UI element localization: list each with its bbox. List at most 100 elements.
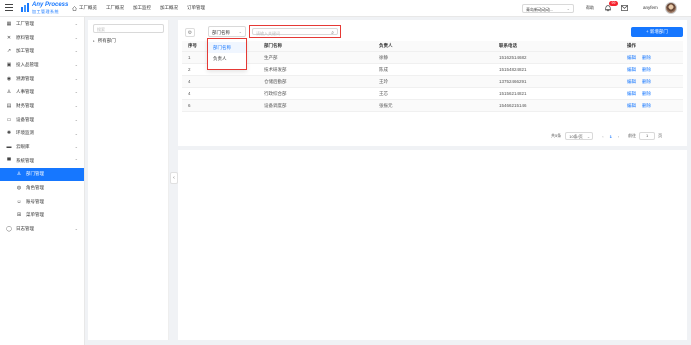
device-icon: ▭ [6,116,12,123]
table-row: 2 技术研发部 陈成 15154824821 编辑 删除 [182,64,683,76]
col-phone: 联系电话 [499,43,517,48]
hamburger-icon[interactable] [5,4,13,11]
account-icon: ☺ [16,198,22,205]
nav-factory-overview[interactable]: 工厂概览 [72,5,97,11]
search-input[interactable]: 请输入关键词 ⌕ [252,28,338,36]
log-icon: ◯ [6,226,12,233]
sidebar: ▦ 工厂管理 ⌄ ✕ 原料管理 ⌄ ↗ 加工管理 ⌄ ▣ 投入品管理 ⌄ ◉ 溯源管理 ⌄ ♙ 人事管… [0,17,85,345]
sidebar-item-log[interactable]: ◯ 日志管理 ⌄ [0,222,84,236]
tree-node-all-departments[interactable]: ▸ 所有部门 [93,38,116,44]
settings-gear-icon[interactable]: ⚙ [185,28,195,37]
grid-icon: ▦ [6,20,12,27]
help-link[interactable]: 帮助 [586,5,594,11]
dropdown-option-leader[interactable]: 负责人 [208,53,246,64]
chevron-down-icon: ⌄ [74,75,78,81]
logo-title: Any Process [32,2,69,8]
add-department-button[interactable]: + 新增部门 [631,27,683,37]
chevron-down-icon: ⌄ [238,29,242,34]
chevron-down-icon: ⌄ [74,103,78,109]
sidebar-item-account[interactable]: ☺ 账号管理 [0,195,84,209]
chevron-down-icon: ⌄ [566,6,570,11]
org-icon: ♙ [16,171,22,178]
table-row: 4 行政综合部 王芯 15156214821 编辑 删除 [182,88,683,100]
sidebar-item-cloud[interactable]: ▬ 云眼库 ⌄ [0,140,84,154]
sidebar-item-menu[interactable]: ⊞ 菜单管理 [0,209,84,223]
edit-link[interactable]: 编辑 [627,103,636,108]
chevron-down-icon: ⌄ [74,34,78,40]
page-suffix: 页 [658,133,663,138]
table-header: 序号 部门名称 负责人 联系电话 操作 [182,41,683,52]
total-count: 共5条 [551,133,562,138]
top-nav: 工厂概览 工厂概况 加工监控 加工概况 订单管理 [72,5,214,11]
department-table: 序号 部门名称 负责人 联系电话 操作 1 生产部 徐静 15162514682… [182,41,683,112]
table-row: 1 生产部 徐静 15162514682 编辑 删除 [182,52,683,64]
chevron-down-icon: ⌄ [74,144,78,150]
ledger-icon: ▤ [6,102,12,109]
dropdown-option-dept-name[interactable]: 部门名称 [208,42,246,53]
sidebar-item-process[interactable]: ↗ 加工管理 ⌄ [0,44,84,58]
avatar[interactable] [665,2,677,14]
delete-link[interactable]: 删除 [642,55,651,60]
next-page-icon[interactable]: › [618,134,619,139]
table-row: 4 仓储后勤部 王玲 13752466291 编辑 删除 [182,76,683,88]
nav-process-status[interactable]: 加工概况 [160,5,178,11]
nav-process-monitor[interactable]: 加工监控 [133,5,151,11]
home-icon [72,5,77,11]
edit-link[interactable]: 编辑 [627,91,636,96]
sidebar-item-dept[interactable]: ♙ 部门管理 [0,167,84,182]
sidebar-item-inputs[interactable]: ▣ 投入品管理 ⌄ [0,58,84,72]
nav-factory-status[interactable]: 工厂概况 [106,5,124,11]
search-highlight: 请输入关键词 ⌕ [249,25,341,38]
nav-order-management[interactable]: 订单管理 [187,5,205,11]
search-field-select[interactable]: 部门名称 ⌄ [208,26,246,37]
delete-link[interactable]: 删除 [642,67,651,72]
notification-badge: 99 [609,1,618,6]
chevron-down-icon: ⌄ [74,62,78,68]
content-empty-area [178,150,687,340]
edit-link[interactable]: 编辑 [627,55,636,60]
chevron-down-icon: ⌄ [74,89,78,95]
search-icon[interactable]: ⌕ [331,30,334,36]
sidebar-item-material[interactable]: ✕ 原料管理 ⌄ [0,31,84,45]
username[interactable]: anyfem [643,5,658,10]
tree-search-input[interactable]: 搜索 [93,24,164,33]
goto-page-input[interactable]: 1 [639,132,656,140]
chevron-down-icon: ⌄ [74,116,78,122]
sidebar-item-system[interactable]: ▀ 系统管理 ⌃ [0,154,84,168]
edit-link[interactable]: 编辑 [627,67,636,72]
chevron-down-icon: ⌄ [74,226,78,232]
chevron-up-icon: ⌃ [74,157,78,163]
prev-page-icon[interactable]: ‹ [602,134,603,139]
chevron-down-icon: ⌄ [74,21,78,26]
chevron-down-icon: ⌄ [74,130,78,136]
sidebar-item-factory[interactable]: ▦ 工厂管理 ⌄ [0,17,84,31]
col-actions: 操作 [627,43,636,48]
page-number[interactable]: 1 [610,134,612,139]
mail-icon[interactable] [621,5,628,11]
role-icon: ◍ [16,185,22,192]
sidebar-item-trace[interactable]: ◉ 溯源管理 ⌄ [0,72,84,86]
sidebar-item-env[interactable]: ✺ 环境监测 ⌄ [0,127,84,141]
page-size-select[interactable]: 10条/页 ⌄ [565,132,594,140]
main-panel: ⚙ 部门名称 ⌄ 请输入关键词 ⌕ + 新增部门 序号 部门名称 负责人 联系电… [178,20,687,146]
table-row: 6 设备调度部 张振元 15466215146 编辑 删除 [182,100,683,112]
sidebar-item-role[interactable]: ◍ 角色管理 [0,181,84,195]
delete-link[interactable]: 删除 [642,91,651,96]
monitor-icon: ▀ [7,157,11,164]
caret-right-icon: ▸ [93,39,95,43]
goto-label: 前往 [628,133,637,138]
app-logo: Any Process 加工管理系统 [20,2,69,15]
delete-link[interactable]: 删除 [642,103,651,108]
sidebar-item-device[interactable]: ▭ 设备管理 ⌄ [0,113,84,127]
delete-link[interactable]: 删除 [642,79,651,84]
department-tree-panel: 搜索 ▸ 所有部门 [88,20,169,340]
factory-select[interactable]: 青岛新动动动... ⌄ [522,4,574,13]
sun-icon: ✺ [6,130,12,137]
sidebar-item-hr[interactable]: ♙ 人事管理 ⌄ [0,85,84,99]
signal-icon: ◉ [6,75,12,82]
sidebar-item-finance[interactable]: ▤ 财务管理 ⌄ [0,99,84,113]
edit-link[interactable]: 编辑 [627,79,636,84]
cross-icon: ✕ [6,34,12,41]
collapse-panel-button[interactable]: ‹ [170,172,178,184]
logo-mark-icon [21,3,29,12]
